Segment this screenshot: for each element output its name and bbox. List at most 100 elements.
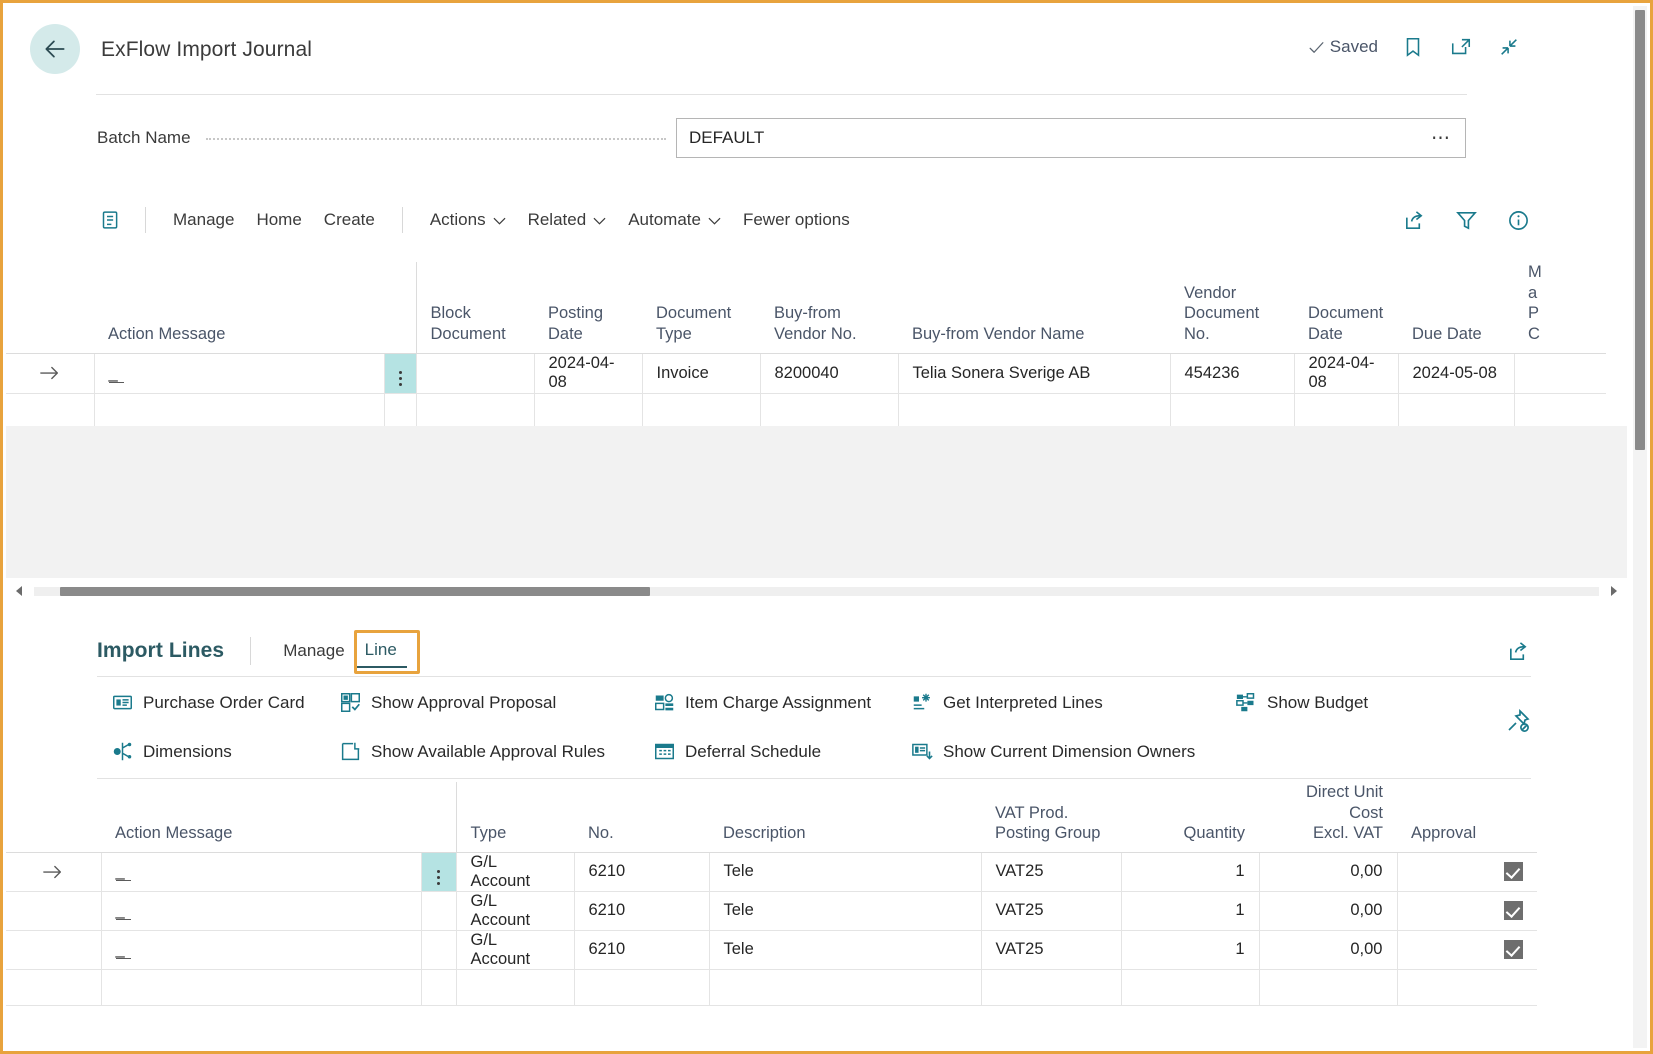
command-manage[interactable]: Manage [162, 204, 245, 236]
cell-approval[interactable] [1396, 930, 1537, 970]
vertical-scrollbar-thumb[interactable] [1635, 10, 1645, 450]
col-action-message[interactable]: Action Message [101, 782, 421, 853]
command-automate[interactable]: Automate [617, 204, 732, 236]
cell-approval[interactable] [1396, 969, 1537, 1006]
cell-description[interactable] [708, 969, 981, 1006]
batch-name-field[interactable]: ⋯ [676, 118, 1466, 158]
cell-direct-unit-cost[interactable]: 0,00 [1258, 852, 1397, 892]
action-get-interpreted-lines[interactable]: Get Interpreted Lines [912, 692, 1103, 713]
action-deferral-schedule[interactable]: Deferral Schedule [654, 741, 821, 762]
unpin-button[interactable] [1505, 708, 1531, 734]
batch-name-input[interactable] [677, 128, 1431, 148]
table-row[interactable]: _ G/L Account 6210 Tele VAT25 1 0,00 [6, 891, 1537, 931]
col-direct-unit-cost[interactable]: Direct Unit Cost Excl. VAT [1259, 782, 1397, 853]
row-menu-button[interactable] [420, 891, 456, 931]
col-vendor-document-no[interactable]: Vendor Document No. [1170, 262, 1294, 354]
tab-manage[interactable]: Manage [273, 635, 354, 667]
cell-quantity[interactable]: 1 [1120, 852, 1259, 892]
cell-vat-prod-posting-group[interactable]: VAT25 [980, 930, 1121, 970]
scroll-right-button[interactable] [1601, 585, 1627, 597]
cell-due-date[interactable]: 2024-05-08 [1397, 353, 1514, 394]
cell-quantity[interactable]: 1 [1120, 891, 1259, 931]
cell-approval[interactable] [1396, 891, 1537, 931]
col-no[interactable]: No. [574, 782, 709, 853]
action-show-budget[interactable]: Show Budget [1236, 692, 1368, 713]
cell-action-message[interactable] [100, 969, 421, 1006]
cell-action-message[interactable]: _ [100, 930, 421, 970]
command-actions[interactable]: Actions [419, 204, 517, 236]
cell-description[interactable]: Tele [708, 852, 981, 892]
filter-button[interactable] [1453, 207, 1479, 233]
approval-checkbox[interactable] [1504, 940, 1523, 960]
cell-action-message[interactable]: _ [93, 353, 384, 394]
col-quantity[interactable]: Quantity [1121, 782, 1259, 853]
cell-description[interactable]: Tele [708, 891, 981, 931]
command-related[interactable]: Related [517, 204, 618, 236]
cell-type[interactable]: G/L Account [455, 930, 574, 970]
vertical-scrollbar[interactable] [1633, 6, 1647, 1048]
table-row[interactable]: _ G/L Account 6210 Tele VAT25 1 0,00 [6, 852, 1537, 892]
col-action-message[interactable]: Action Message [94, 262, 384, 354]
row-menu-button[interactable] [420, 852, 456, 892]
cell-direct-unit-cost[interactable] [1258, 969, 1397, 1006]
col-description[interactable]: Description [709, 782, 981, 853]
scrollbar-track[interactable] [34, 586, 1599, 596]
row-menu-button[interactable] [383, 353, 416, 394]
table-row[interactable] [6, 969, 1537, 1006]
cell-type[interactable] [455, 969, 574, 1006]
share-button[interactable] [1401, 207, 1427, 233]
scrollbar-thumb[interactable] [60, 586, 650, 596]
cell-document-type[interactable]: Invoice [641, 353, 760, 394]
cell-type[interactable]: G/L Account [455, 852, 574, 892]
col-posting-date[interactable]: Posting Date [534, 262, 642, 354]
cell-vat-prod-posting-group[interactable]: VAT25 [980, 891, 1121, 931]
action-dimensions[interactable]: Dimensions [112, 741, 232, 762]
action-show-available-approval-rules[interactable]: Show Available Approval Rules [340, 741, 605, 762]
row-menu-button[interactable] [420, 930, 456, 970]
col-buy-from-vendor-name[interactable]: Buy-from Vendor Name [898, 262, 1170, 354]
cell-buy-from-vendor-name[interactable]: Telia Sonera Sverige AB [897, 353, 1170, 394]
col-buy-from-vendor-no[interactable]: Buy-from Vendor No. [760, 262, 898, 354]
cell-action-message[interactable]: _ [100, 891, 421, 931]
command-create[interactable]: Create [313, 204, 386, 236]
cell-no[interactable] [573, 969, 709, 1006]
bookmark-button[interactable] [1400, 34, 1426, 60]
cell-truncated[interactable] [1513, 353, 1606, 394]
cell-vat-prod-posting-group[interactable]: VAT25 [980, 852, 1121, 892]
cell-direct-unit-cost[interactable]: 0,00 [1258, 891, 1397, 931]
batch-name-lookup-button[interactable]: ⋯ [1431, 127, 1465, 150]
cell-no[interactable]: 6210 [573, 852, 709, 892]
col-type[interactable]: Type [455, 782, 574, 853]
col-approval[interactable]: Approval [1397, 782, 1537, 853]
scroll-left-button[interactable] [6, 585, 32, 597]
cell-direct-unit-cost[interactable]: 0,00 [1258, 930, 1397, 970]
row-menu-button[interactable] [420, 969, 456, 1006]
cell-no[interactable]: 6210 [573, 930, 709, 970]
action-show-approval-proposal[interactable]: Show Approval Proposal [340, 692, 556, 713]
table-row[interactable]: _ 2024-04-08 Invoice 8200040 Telia Soner… [6, 353, 1606, 394]
col-vat-prod-posting-group[interactable]: VAT Prod. Posting Group [981, 782, 1121, 853]
cell-vendor-document-no[interactable]: 454236 [1169, 353, 1294, 394]
cell-quantity[interactable] [1120, 969, 1259, 1006]
collapse-button[interactable] [1496, 34, 1522, 60]
import-lines-share-button[interactable] [1505, 638, 1531, 664]
cell-approval[interactable] [1396, 852, 1537, 892]
col-document-date[interactable]: Document Date [1294, 262, 1398, 354]
col-block-document[interactable]: Block Document [415, 262, 534, 354]
info-button[interactable] [1505, 207, 1531, 233]
action-show-current-dimension-owners[interactable]: Show Current Dimension Owners [912, 741, 1195, 762]
back-button[interactable] [30, 24, 80, 74]
edit-in-grid-button[interactable] [97, 207, 123, 233]
cell-buy-from-vendor-no[interactable]: 8200040 [759, 353, 898, 394]
cell-type[interactable]: G/L Account [455, 891, 574, 931]
cell-action-message[interactable]: _ [100, 852, 421, 892]
col-truncated[interactable]: MaPC [1514, 262, 1606, 354]
cell-no[interactable]: 6210 [573, 891, 709, 931]
cell-posting-date[interactable]: 2024-04-08 [533, 353, 642, 394]
cell-block-document[interactable] [415, 353, 534, 394]
open-in-new-window-button[interactable] [1448, 34, 1474, 60]
cell-document-date[interactable]: 2024-04-08 [1293, 353, 1398, 394]
command-home[interactable]: Home [245, 204, 312, 236]
horizontal-scrollbar[interactable] [6, 578, 1627, 604]
tab-line[interactable]: Line [354, 634, 407, 668]
